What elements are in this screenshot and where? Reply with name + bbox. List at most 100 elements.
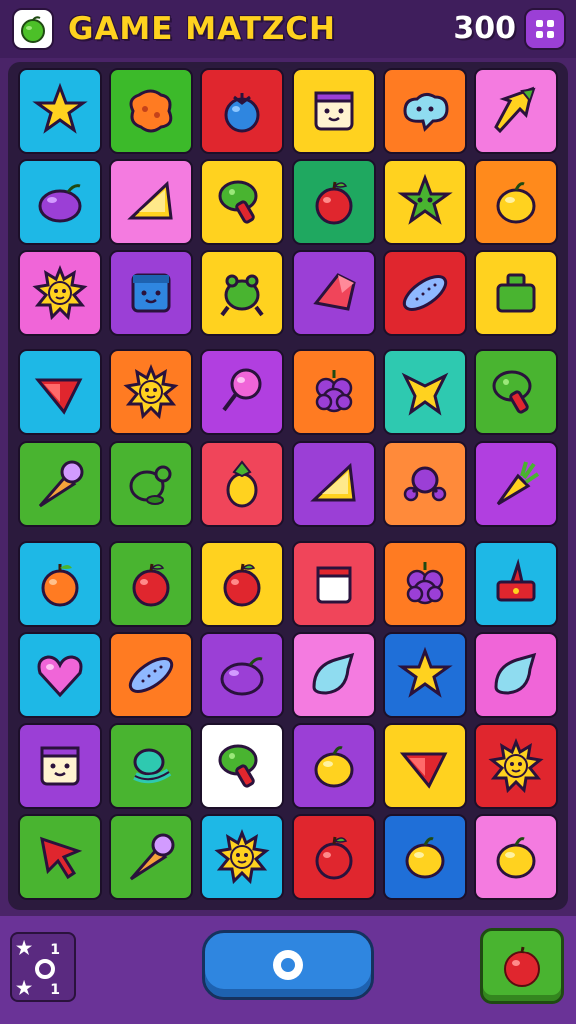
tile-plum[interactable] — [18, 159, 102, 245]
carrot-icon — [496, 461, 540, 506]
apple-icon — [315, 836, 353, 880]
score-value: 300 — [453, 11, 516, 46]
tile-drop[interactable] — [291, 632, 376, 718]
lemon-icon — [314, 746, 354, 788]
lemon-icon — [496, 182, 536, 224]
tile-splat[interactable] — [109, 68, 194, 154]
tile-grapes[interactable] — [291, 349, 376, 435]
tile-star[interactable] — [382, 632, 467, 718]
grapes-icon — [315, 370, 352, 413]
triangle-gem-icon — [399, 752, 448, 789]
tile-apple[interactable] — [291, 159, 376, 245]
tile-ice-cream[interactable] — [109, 814, 194, 900]
tile-berry[interactable] — [200, 68, 285, 154]
tile-heart[interactable] — [18, 632, 102, 718]
mushroom-icon — [492, 370, 532, 414]
tile-lollipop[interactable] — [200, 349, 285, 435]
tile-apple[interactable] — [200, 541, 285, 627]
tile-cake[interactable] — [474, 541, 558, 627]
hint-button[interactable] — [480, 928, 564, 1004]
acorn-icon — [129, 465, 172, 505]
tile-orange[interactable] — [18, 541, 102, 627]
app-icon[interactable] — [12, 8, 54, 50]
tile-sun-face[interactable] — [18, 250, 102, 336]
tile-sun-face[interactable] — [200, 814, 285, 900]
stat-bottom-value: 1 — [50, 982, 60, 998]
play-button[interactable] — [202, 930, 374, 1000]
tile-basket[interactable] — [474, 250, 558, 336]
tile-wedge[interactable] — [109, 159, 194, 245]
tile-cube-face[interactable] — [109, 250, 194, 336]
tile-star[interactable] — [18, 68, 102, 154]
tile-pineapple[interactable] — [200, 441, 285, 527]
orange-icon — [41, 564, 79, 607]
tile-apple[interactable] — [109, 541, 194, 627]
tile-wedge[interactable] — [291, 441, 376, 527]
tile-plum[interactable] — [200, 632, 285, 718]
tile-star-fruit[interactable] — [382, 349, 467, 435]
tile-triangle-gem[interactable] — [382, 723, 467, 809]
mushroom-icon — [218, 744, 258, 788]
tile-cloud-face[interactable] — [382, 68, 467, 154]
tile-lemon[interactable] — [382, 814, 467, 900]
grapes-icon — [406, 562, 444, 605]
jar-icon — [316, 566, 352, 604]
sun-face-icon — [123, 363, 179, 420]
star-icon — [32, 82, 88, 134]
tile-ice-cream[interactable] — [18, 441, 102, 527]
sun-face-icon — [32, 264, 88, 321]
stats-panel[interactable]: ★ 1 ★ 1 — [10, 932, 76, 1002]
tile-acorn[interactable] — [109, 441, 194, 527]
tile-frog[interactable] — [200, 250, 285, 336]
tile-star-face[interactable] — [382, 159, 467, 245]
tile-leaf-pod[interactable] — [109, 632, 194, 718]
star-icon: ★ — [16, 938, 33, 958]
cube-face-icon — [131, 273, 171, 313]
tile-mushroom[interactable] — [474, 349, 558, 435]
tile-ring[interactable] — [109, 723, 194, 809]
tile-triangle-gem[interactable] — [18, 349, 102, 435]
ice-cream-icon — [130, 833, 175, 881]
frog-icon — [220, 274, 264, 317]
apple-icon — [132, 563, 170, 607]
pineapple-icon — [226, 460, 258, 508]
heart-icon — [37, 655, 83, 698]
ring-icon — [133, 748, 172, 784]
header-bar: GAME MATZCH 300 — [0, 0, 576, 58]
tile-sun-face[interactable] — [474, 723, 558, 809]
tile-arrow[interactable] — [474, 68, 558, 154]
tile-jar[interactable] — [291, 541, 376, 627]
tile-box-face[interactable] — [18, 723, 102, 809]
tile-sun-face[interactable] — [109, 349, 194, 435]
tile-gem[interactable] — [291, 250, 376, 336]
drop-icon — [494, 652, 537, 695]
wedge-icon — [309, 462, 356, 502]
tile-mushroom[interactable] — [200, 159, 285, 245]
lemon-icon — [405, 837, 445, 879]
cloud-face-icon — [403, 92, 449, 132]
green-apple-icon — [21, 16, 45, 43]
tile-apple[interactable] — [291, 814, 376, 900]
arrow-icon — [494, 86, 536, 134]
menu-button[interactable] — [524, 8, 566, 50]
triangle-gem-icon — [34, 378, 83, 415]
tile-box-face[interactable] — [291, 68, 376, 154]
tile-carrot[interactable] — [474, 441, 558, 527]
tile-lemon[interactable] — [474, 159, 558, 245]
tile-drop[interactable] — [474, 632, 558, 718]
tile-lemon[interactable] — [291, 723, 376, 809]
plum-icon — [38, 184, 82, 223]
tile-berry-bundle[interactable] — [382, 441, 467, 527]
star-icon — [397, 646, 453, 698]
berry-bundle-icon — [403, 466, 447, 502]
tile-arrow-red[interactable] — [18, 814, 102, 900]
basket-icon — [496, 273, 536, 313]
tile-grapes[interactable] — [382, 541, 467, 627]
tile-mushroom[interactable] — [200, 723, 285, 809]
tile-lemon[interactable] — [474, 814, 558, 900]
red-apple-icon — [504, 946, 540, 987]
sun-face-icon — [488, 737, 544, 794]
grid-menu-icon — [536, 20, 554, 38]
lemon-icon — [496, 837, 536, 879]
tile-leaf-pod[interactable] — [382, 250, 467, 336]
